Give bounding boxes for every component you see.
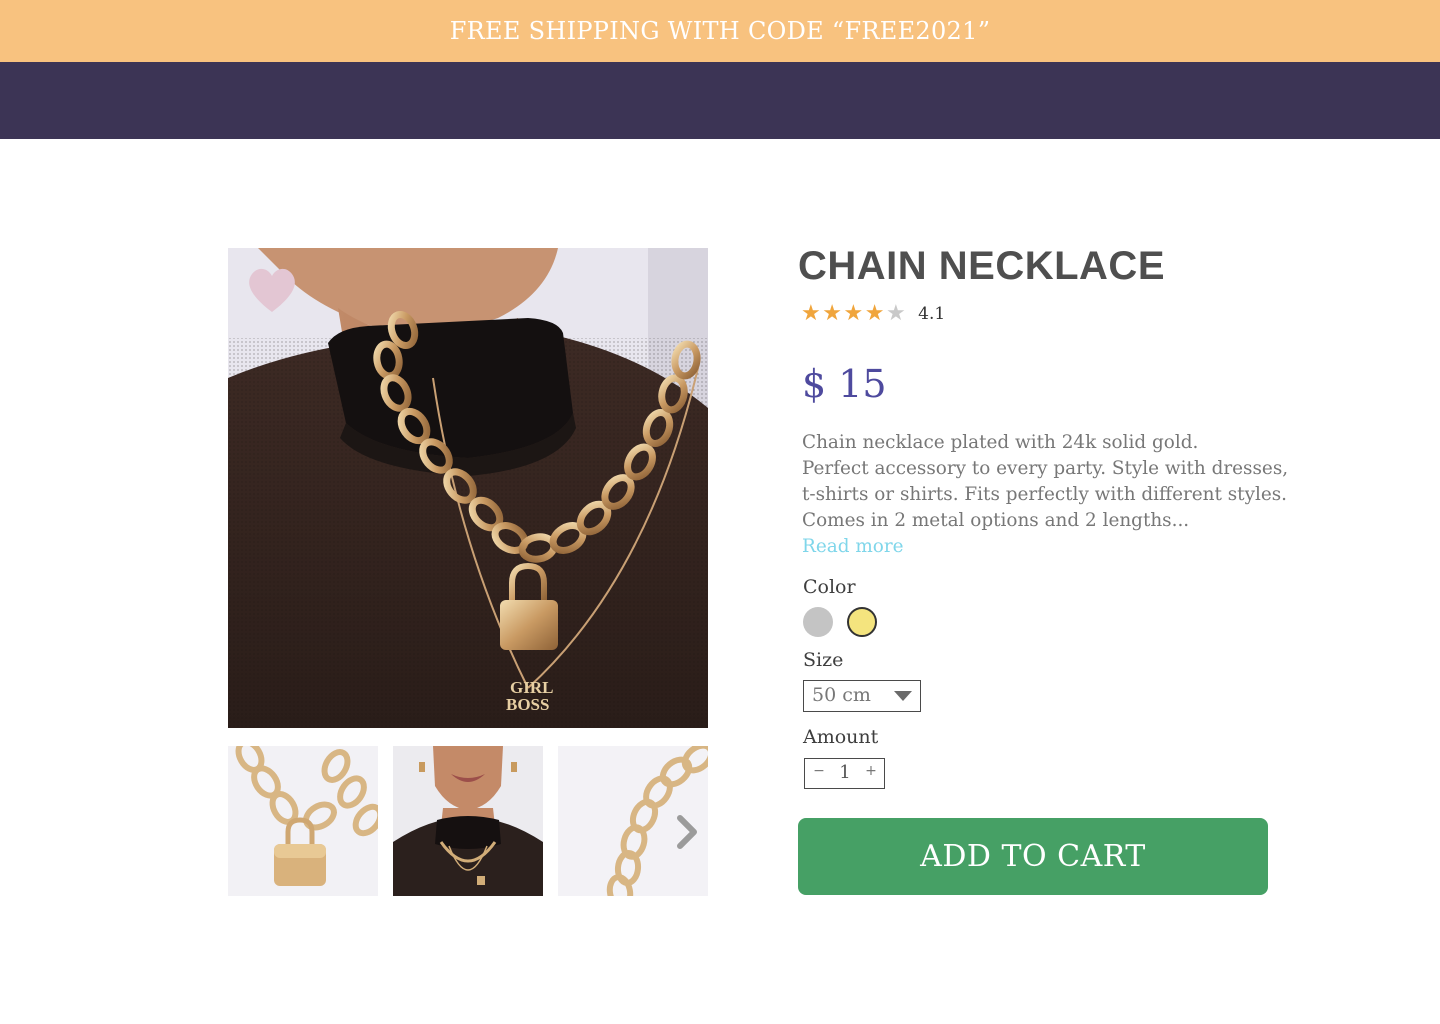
navigation-bar bbox=[0, 62, 1440, 139]
size-selected-value: 50 cm bbox=[812, 684, 871, 706]
quantity-value[interactable]: 1 bbox=[833, 762, 857, 783]
star-filled-icon: ★ bbox=[864, 301, 885, 326]
read-more-link[interactable]: Read more bbox=[802, 534, 904, 560]
star-filled-icon: ★ bbox=[822, 301, 842, 326]
amount-label: Amount bbox=[803, 726, 879, 748]
product-price: $ 15 bbox=[802, 362, 887, 406]
main-product-image: GIRL BOSS bbox=[228, 248, 708, 728]
size-label: Size bbox=[803, 649, 844, 671]
size-dropdown[interactable]: 50 cm bbox=[803, 680, 921, 712]
increment-button[interactable]: + bbox=[862, 763, 880, 783]
color-label: Color bbox=[803, 576, 856, 598]
product-rating: ★★★★★ 4.1 bbox=[801, 300, 945, 328]
svg-text:BOSS: BOSS bbox=[506, 695, 549, 714]
heart-icon[interactable] bbox=[246, 266, 298, 314]
description-line: Perfect accessory to every party. Style … bbox=[802, 458, 1289, 479]
chevron-right-icon[interactable] bbox=[672, 812, 702, 852]
star-filled-icon: ★ bbox=[843, 301, 864, 326]
star-empty-icon: ★ bbox=[885, 301, 906, 326]
product-title: CHAIN NECKLACE bbox=[798, 244, 1165, 288]
color-swatch-gold[interactable] bbox=[847, 607, 877, 637]
rating-value: 4.1 bbox=[918, 304, 946, 324]
star-filled-icon: ★ bbox=[801, 301, 821, 326]
thumbnail-padlock-closeup[interactable] bbox=[228, 746, 378, 896]
promo-banner: FREE SHIPPING WITH CODE “FREE2021” bbox=[0, 0, 1440, 62]
promo-text: FREE SHIPPING WITH CODE “FREE2021” bbox=[449, 17, 991, 45]
rating-stars: ★★★★★ bbox=[801, 300, 907, 328]
description-line: Comes in 2 metal options and 2 lengths..… bbox=[802, 510, 1190, 531]
add-to-cart-button[interactable]: ADD TO CART bbox=[798, 818, 1268, 895]
decrement-button[interactable]: − bbox=[810, 763, 828, 783]
chevron-down-icon bbox=[894, 691, 912, 701]
color-swatch-silver[interactable] bbox=[803, 607, 833, 637]
description-line: t-shirts or shirts. Fits perfectly with … bbox=[802, 484, 1288, 505]
thumbnail-model-wearing[interactable] bbox=[393, 746, 543, 896]
pendant-lettering: GIRL BOSS bbox=[506, 678, 553, 714]
quantity-stepper: − 1 + bbox=[804, 758, 885, 789]
product-description: Chain necklace plated with 24k solid gol… bbox=[802, 430, 1322, 534]
description-line: Chain necklace plated with 24k solid gol… bbox=[802, 432, 1199, 453]
